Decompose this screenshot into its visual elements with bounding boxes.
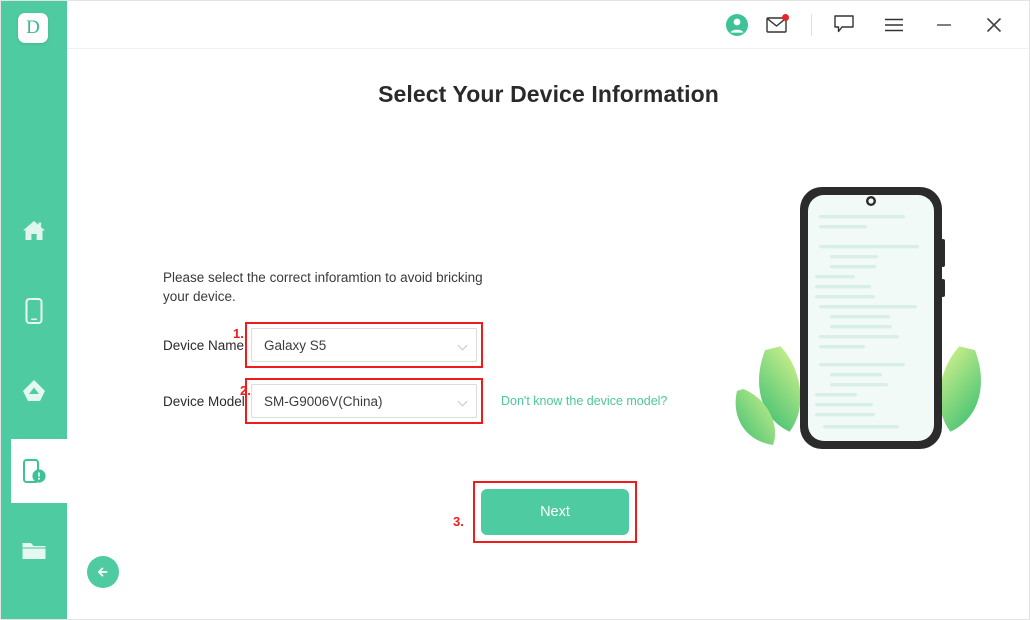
sidebar-item-system-repair[interactable]	[1, 431, 77, 511]
cloud-icon	[20, 377, 48, 405]
device-model-row: Device Model 2. SM-G9006V(China) Don't k…	[163, 378, 667, 424]
sidebar-nav	[1, 191, 77, 591]
titlebar-divider	[811, 13, 812, 36]
device-model-select[interactable]: SM-G9006V(China)	[251, 384, 477, 418]
sidebar-item-cloud[interactable]	[1, 351, 67, 431]
next-button-area: 3. Next	[453, 481, 637, 543]
main-content: Select Your Device Information Please se…	[67, 49, 1029, 619]
phone-alert-icon	[20, 457, 48, 485]
folder-icon	[20, 539, 48, 563]
minimize-icon[interactable]	[926, 7, 962, 43]
mail-icon[interactable]	[759, 7, 795, 43]
mail-unread-badge	[782, 13, 789, 21]
feedback-chat-icon[interactable]	[826, 7, 862, 43]
sidebar-item-folder[interactable]	[1, 511, 67, 591]
device-model-select-wrap: SM-G9006V(China)	[245, 378, 483, 424]
sidebar: D	[1, 1, 77, 619]
form-instruction: Please select the correct inforamtion to…	[163, 270, 483, 304]
phone-icon	[23, 297, 45, 325]
home-icon	[21, 219, 47, 243]
sidebar-item-home[interactable]	[1, 191, 67, 271]
arrow-left-icon	[97, 567, 108, 577]
device-name-value: Galaxy S5	[264, 337, 327, 353]
back-button[interactable]	[87, 556, 119, 588]
device-name-label: Device Name	[163, 337, 245, 353]
step-marker-3: 3.	[453, 514, 464, 529]
device-name-row: Device Name 1. Galaxy S5	[163, 322, 667, 368]
sidebar-item-phone[interactable]	[1, 271, 67, 351]
menu-icon[interactable]	[876, 7, 912, 43]
account-avatar-icon[interactable]	[719, 7, 755, 43]
device-model-value: SM-G9006V(China)	[264, 393, 383, 409]
device-model-label: Device Model	[163, 393, 245, 409]
logo-letter: D	[26, 17, 40, 38]
device-name-select-wrap: Galaxy S5	[245, 322, 483, 368]
close-icon[interactable]	[976, 7, 1012, 43]
device-form: Please select the correct inforamtion to…	[163, 268, 667, 424]
device-illustration	[727, 179, 1017, 479]
dont-know-model-link[interactable]: Don't know the device model?	[501, 394, 667, 408]
page-title: Select Your Device Information	[378, 81, 719, 107]
next-button[interactable]: Next	[481, 489, 629, 535]
app-window: D Select Your Device Information Please …	[0, 0, 1030, 620]
device-name-select[interactable]: Galaxy S5	[251, 328, 477, 362]
window-titlebar	[67, 1, 1029, 49]
app-logo: D	[18, 13, 48, 43]
